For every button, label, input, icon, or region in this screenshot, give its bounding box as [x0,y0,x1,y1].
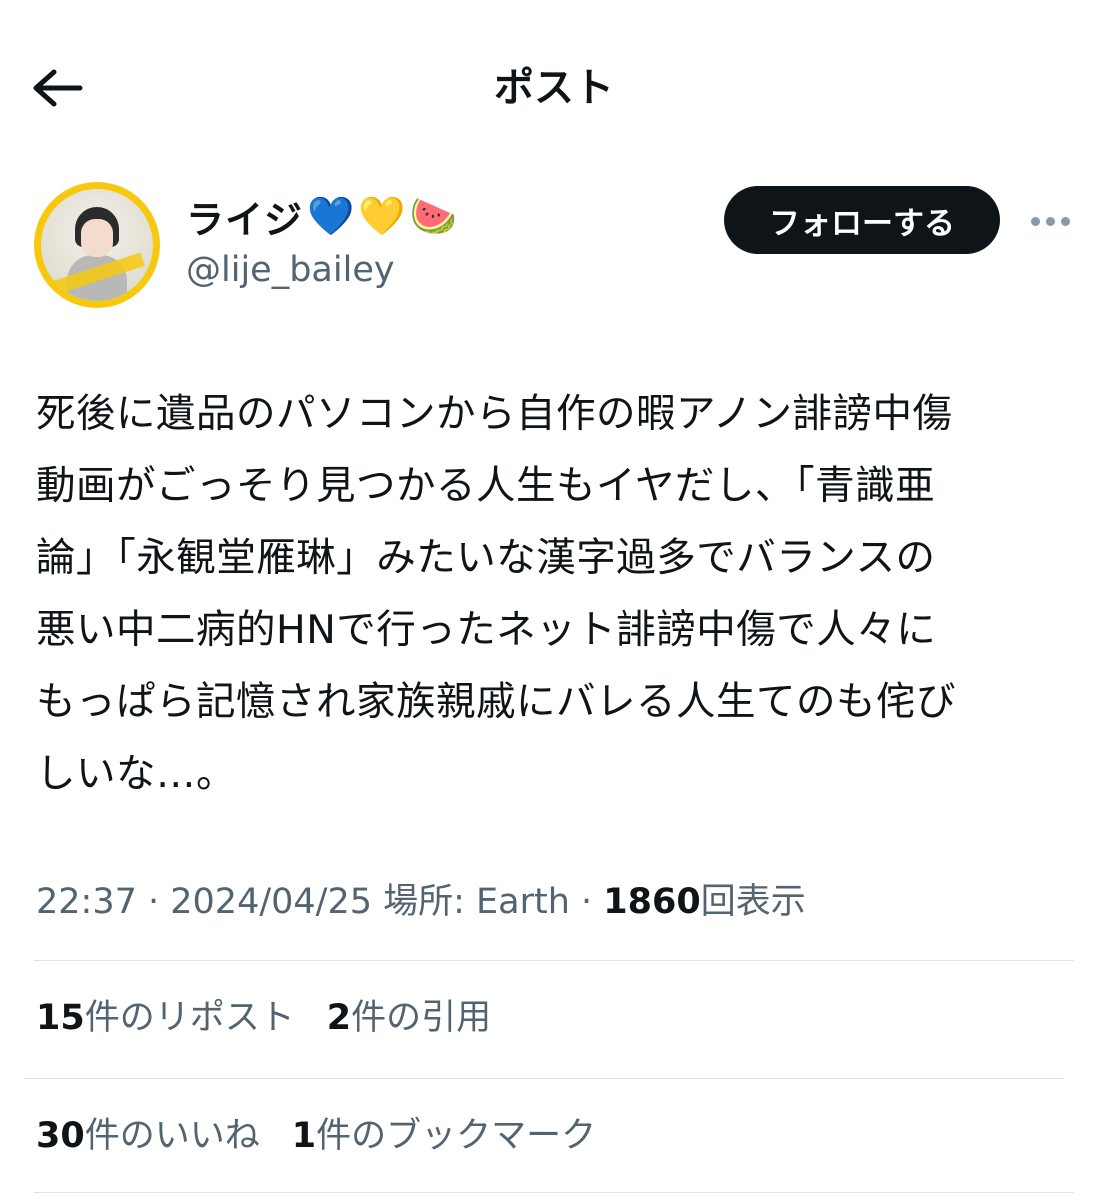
page-title: ポスト [494,65,614,111]
yellow-heart-emoji: 💛 [358,194,406,238]
more-dots-icon [1028,211,1073,230]
likes-count: 30 [36,1116,85,1156]
avatar[interactable] [34,182,160,308]
bookmarks-label: 件のブックマーク [316,1116,597,1156]
reposts-label: 件のリポスト [84,998,295,1038]
likes-stat[interactable]: 30件のいいね [36,1106,260,1166]
meta-separator: · [569,882,604,922]
bookmarks-count: 1 [291,1116,317,1156]
author-display-name[interactable]: ライジ [186,189,303,244]
post-date[interactable]: 2024/04/25 [170,882,372,922]
bookmarks-stat[interactable]: 1件のブックマーク [292,1106,596,1166]
meta-separator: · [136,882,171,922]
blue-heart-emoji: 💙 [307,194,355,238]
follow-button[interactable]: フォローする [724,186,1000,254]
quotes-count: 2 [326,998,352,1038]
post-body-text: 死後に遺品のパソコンから自作の暇アノン誹謗中傷 動画がごっそり見つかる人生もイヤ… [36,391,956,797]
divider [34,960,1074,961]
avatar-image [41,189,153,301]
engagement-row-likes: 30件のいいね 1件のブックマーク [36,1106,628,1166]
views-count: 1860 [603,882,701,922]
post-detail-page: ポスト ライジ 💙 💛 🍉 @lije_bailey フォローする 死後に遺品の… [0,0,1108,1200]
divider [34,1192,1074,1193]
engagement-row-shares: 15件のリポスト 2件の引用 [36,988,523,1048]
likes-label: 件のいいね [84,1116,260,1156]
views-label: 回表示 [700,882,806,922]
quotes-stat[interactable]: 2件の引用 [327,988,491,1048]
top-bar: ポスト [0,0,1108,170]
quotes-label: 件の引用 [351,998,492,1038]
post-location: 場所: Earth [372,882,570,922]
post-metadata: 22:37 · 2024/04/25 場所: Earth · 1860回表示 [36,872,806,932]
watermelon-emoji: 🍉 [409,194,457,238]
more-options-button[interactable] [1022,200,1078,240]
reposts-stat[interactable]: 15件のリポスト [36,988,295,1048]
reposts-count: 15 [36,998,85,1038]
author-handle[interactable]: @lije_bailey [186,250,395,290]
divider [24,1078,1064,1079]
post-author: ライジ 💙 💛 🍉 @lije_bailey フォローする [0,178,1108,318]
post-time[interactable]: 22:37 [36,882,137,922]
author-name-line[interactable]: ライジ 💙 💛 🍉 [186,190,457,242]
